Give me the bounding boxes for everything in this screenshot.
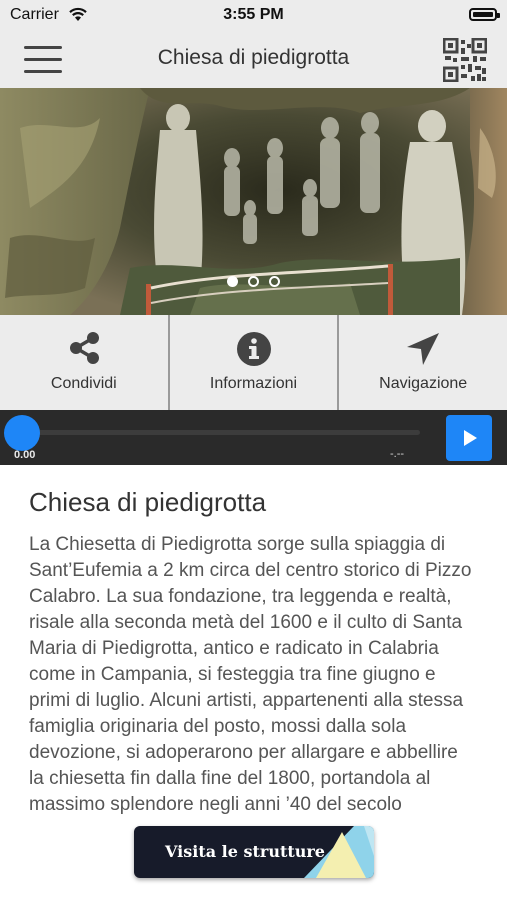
page-title: Chiesa di piedigrotta <box>157 46 350 69</box>
info-icon <box>236 332 271 366</box>
carousel-pagination[interactable] <box>0 274 507 292</box>
carousel-dot-2[interactable] <box>248 276 259 287</box>
navigation-arrow-icon <box>407 333 440 365</box>
carousel-dot-3[interactable] <box>269 276 281 287</box>
audio-player: 0.00 -.-- <box>0 410 507 465</box>
info-label: Informazioni <box>209 375 298 392</box>
navigation-button[interactable]: Navigazione <box>339 315 507 410</box>
audio-current-time: 0.00 <box>14 449 36 461</box>
qr-code-icon[interactable] <box>443 38 487 82</box>
cta-label: Visita le strutture <box>165 842 325 861</box>
navigation-bar: Chiesa di piedigrotta <box>0 32 507 88</box>
article: Chiesa di piedigrotta La Chiesetta di Pi… <box>0 465 507 818</box>
status-bar: Carrier 3:55 PM <box>0 0 507 32</box>
share-label: Condividi <box>50 375 117 392</box>
carousel-dot-1[interactable] <box>226 276 238 287</box>
clock: 3:55 PM <box>223 6 284 23</box>
navigation-label: Navigazione <box>379 375 468 392</box>
info-button[interactable]: Informazioni <box>170 315 340 410</box>
share-icon <box>69 332 99 364</box>
battery-icon <box>469 8 500 21</box>
audio-seek-handle[interactable] <box>4 415 40 451</box>
play-button[interactable] <box>446 415 492 461</box>
visit-structures-button[interactable]: Visita le strutture <box>134 826 374 878</box>
hero-image-carousel[interactable] <box>0 88 507 315</box>
article-body: La Chiesetta di Piedigrotta sorge sulla … <box>29 534 472 815</box>
article-title: Chiesa di piedigrotta <box>29 487 267 517</box>
share-button[interactable]: Condividi <box>0 315 170 410</box>
action-bar: Condividi Informazioni Navigazione <box>0 315 507 410</box>
audio-duration: -.-- <box>390 448 405 460</box>
audio-progress-track[interactable] <box>20 430 420 435</box>
